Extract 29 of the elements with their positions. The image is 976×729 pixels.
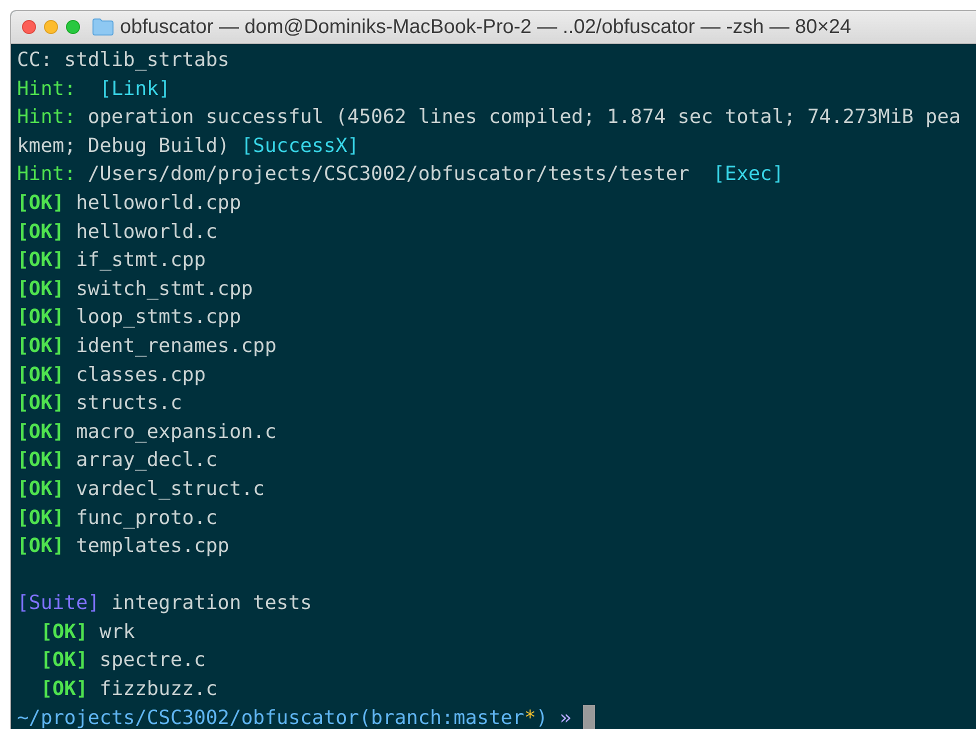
output-line: CC: stdlib_strtabs xyxy=(17,47,230,73)
cursor xyxy=(583,704,596,729)
output-line: [OK] spectre.c xyxy=(40,647,206,674)
shell-prompt: ~/projects/CSC3002/obfuscator(branch:master*) » xyxy=(17,704,572,729)
output-line: [OK] wrk xyxy=(40,618,135,645)
close-icon[interactable] xyxy=(22,20,36,34)
output-line: [OK] if_stmt.cpp xyxy=(17,247,206,274)
zoom-icon[interactable] xyxy=(66,20,80,34)
output-line: Hint: /Users/dom/projects/CSC3002/obfuscator/tests/tester [Exec] xyxy=(17,161,784,188)
output-line: [OK] func_proto.c xyxy=(17,504,218,531)
output-line: [OK] switch_stmt.cpp xyxy=(17,276,253,302)
output-line: [OK] fizzbuzz.c xyxy=(40,676,218,702)
output-line: Hint: operation successful (45062 lines compiled; 1.874 sec total; 74.273MiB pea xyxy=(17,104,961,130)
output-line: [OK] loop_stmts.cpp xyxy=(17,304,242,330)
output-line: [OK] structs.c xyxy=(17,390,182,416)
output-line: Hint: [Link] xyxy=(17,76,170,102)
output-line: [OK] array_decl.c xyxy=(17,447,218,474)
output-line: [Suite] integration tests xyxy=(17,590,312,616)
window-title: obfuscator — dom@Dominiks-MacBook-Pro-2 — ..02/obfuscator — -zsh — 80×24 xyxy=(120,16,852,38)
output-line: [OK] helloworld.c xyxy=(17,218,218,245)
output-line: [OK] classes.cpp xyxy=(17,362,206,388)
output-line: kmem; Debug Build) [SuccessX] xyxy=(17,132,360,159)
output-line: [OK] templates.cpp xyxy=(17,533,230,560)
minimize-icon[interactable] xyxy=(44,20,58,34)
output-line: [OK] ident_renames.cpp xyxy=(17,332,277,359)
output-line: [OK] vardecl_struct.c xyxy=(17,476,265,502)
folder-icon xyxy=(92,18,114,36)
output-line: [OK] macro_expansion.c xyxy=(17,418,277,445)
output-line: [OK] helloworld.cpp xyxy=(17,190,242,216)
